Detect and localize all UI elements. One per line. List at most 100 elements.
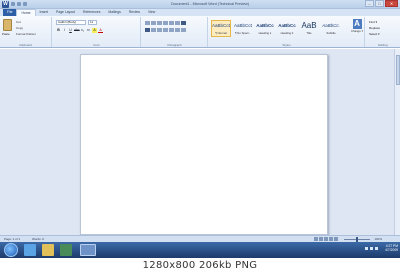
font-color-button[interactable]: A bbox=[98, 28, 103, 33]
start-button[interactable] bbox=[4, 243, 18, 257]
maximize-button[interactable]: □ bbox=[375, 0, 384, 7]
shading-icon[interactable] bbox=[175, 28, 180, 32]
clock-date: 4/7/2009 bbox=[385, 248, 398, 252]
font-group: Calibri (Body) 11 B I U abc x₂ x² A A Fo… bbox=[53, 17, 141, 47]
align-center-icon[interactable] bbox=[151, 28, 156, 32]
format-painter-button[interactable]: Format Painter bbox=[16, 32, 36, 36]
minimize-button[interactable]: – bbox=[365, 0, 374, 7]
ribbon: Paste Cut Copy Format Painter Clipboard … bbox=[0, 16, 400, 48]
tab-home[interactable]: Home bbox=[16, 9, 36, 16]
tab-view[interactable]: View bbox=[144, 9, 159, 16]
underline-button[interactable]: U bbox=[68, 28, 73, 33]
align-right-icon[interactable] bbox=[157, 28, 162, 32]
tab-references[interactable]: References bbox=[79, 9, 104, 16]
style-name: Title bbox=[306, 31, 312, 35]
sort-icon[interactable] bbox=[175, 21, 180, 25]
tab-insert[interactable]: Insert bbox=[36, 9, 52, 16]
clipboard-group: Paste Cut Copy Format Painter Clipboard bbox=[0, 17, 52, 47]
copy-button[interactable]: Copy bbox=[16, 26, 23, 30]
italic-button[interactable]: I bbox=[62, 28, 67, 33]
style-subtitle[interactable]: AaBbCc. Subtitle bbox=[321, 20, 341, 37]
style-sample: AaBbCc. bbox=[322, 23, 340, 28]
vertical-scrollbar[interactable] bbox=[394, 49, 400, 235]
document-page[interactable] bbox=[80, 54, 328, 235]
text-highlight-button[interactable]: A bbox=[92, 28, 97, 33]
style-sample: AaBbCcDc bbox=[212, 23, 230, 28]
window-title: Document1 - Microsoft Word (Technical Pr… bbox=[171, 2, 249, 6]
style-heading-2[interactable]: AaBbCc Heading 2 bbox=[277, 20, 297, 37]
ribbon-tabs: File Home Insert Page Layout References … bbox=[0, 9, 400, 16]
style-sample: AaBbCc bbox=[278, 23, 296, 28]
tab-page-layout[interactable]: Page Layout bbox=[52, 9, 79, 16]
style-sample: AaBbCcDc bbox=[234, 23, 252, 28]
font-name-select[interactable]: Calibri (Body) bbox=[56, 20, 86, 25]
style-normal[interactable]: AaBbCcDc ¶ Normal bbox=[211, 20, 231, 37]
find-button[interactable]: Find ▾ bbox=[369, 20, 377, 24]
style-name: ¶ No Spaci... bbox=[235, 31, 251, 35]
paste-icon[interactable] bbox=[3, 19, 12, 31]
quick-access-toolbar bbox=[11, 2, 27, 6]
bold-button[interactable]: B bbox=[56, 28, 61, 33]
undo-icon[interactable] bbox=[17, 2, 21, 6]
clipboard-group-label: Clipboard bbox=[19, 43, 32, 47]
network-icon[interactable] bbox=[365, 247, 368, 250]
scrollbar-thumb[interactable] bbox=[396, 55, 400, 85]
decrease-indent-icon[interactable] bbox=[163, 21, 168, 25]
paragraph-list-buttons bbox=[145, 21, 186, 25]
internet-explorer-icon[interactable] bbox=[24, 244, 36, 256]
styles-group-label: Styles bbox=[282, 43, 291, 47]
close-button[interactable]: ✕ bbox=[385, 0, 398, 7]
replace-button[interactable]: Replace bbox=[369, 26, 380, 30]
tab-file[interactable]: File bbox=[3, 9, 17, 16]
show-marks-icon[interactable] bbox=[181, 21, 186, 25]
style-no-spacing[interactable]: AaBbCcDc ¶ No Spaci... bbox=[233, 20, 253, 37]
strikethrough-button[interactable]: abc bbox=[74, 28, 80, 33]
word-taskbar-icon[interactable] bbox=[80, 244, 96, 256]
paragraph-group-label: Paragraph bbox=[167, 43, 182, 47]
multilevel-list-icon[interactable] bbox=[157, 21, 162, 25]
title-bar: W Document1 - Microsoft Word (Technical … bbox=[0, 0, 400, 9]
increase-indent-icon[interactable] bbox=[169, 21, 174, 25]
font-size-select[interactable]: 11 bbox=[88, 20, 97, 25]
paragraph-align-buttons bbox=[145, 28, 186, 32]
redo-icon[interactable] bbox=[23, 2, 27, 6]
tab-review[interactable]: Review bbox=[125, 9, 144, 16]
line-spacing-icon[interactable] bbox=[169, 28, 174, 32]
paragraph-group: Paragraph bbox=[142, 17, 208, 47]
align-left-icon[interactable] bbox=[145, 28, 150, 32]
page-count[interactable]: Page: 1 of 1 bbox=[4, 237, 20, 241]
volume-icon[interactable] bbox=[370, 247, 373, 250]
subscript-button[interactable]: x₂ bbox=[80, 28, 85, 33]
save-icon[interactable] bbox=[11, 2, 15, 6]
draft-icon[interactable] bbox=[334, 237, 338, 241]
media-player-icon[interactable] bbox=[60, 244, 72, 256]
window-controls: – □ ✕ bbox=[364, 0, 398, 7]
word-count[interactable]: Words: 0 bbox=[32, 237, 44, 241]
style-name: ¶ Normal bbox=[215, 31, 227, 35]
full-screen-icon[interactable] bbox=[319, 237, 323, 241]
image-caption: 1280x800 206kb PNG bbox=[0, 258, 400, 274]
style-title[interactable]: AaB Title bbox=[299, 20, 319, 37]
zoom-level[interactable]: 100% bbox=[374, 237, 382, 241]
borders-icon[interactable] bbox=[181, 28, 186, 32]
print-layout-icon[interactable] bbox=[314, 237, 318, 241]
justify-icon[interactable] bbox=[163, 28, 168, 32]
flag-icon[interactable] bbox=[375, 247, 378, 250]
cut-button[interactable]: Cut bbox=[16, 20, 21, 24]
document-area bbox=[0, 49, 400, 235]
paste-button-label[interactable]: Paste bbox=[2, 32, 10, 36]
editing-group: Find ▾ Replace Select ▾ Editing bbox=[366, 17, 400, 47]
font-group-label: Font bbox=[93, 43, 100, 47]
superscript-button[interactable]: x² bbox=[86, 28, 91, 33]
style-heading-1[interactable]: AaBbCc Heading 1 bbox=[255, 20, 275, 37]
web-layout-icon[interactable] bbox=[324, 237, 328, 241]
file-explorer-icon[interactable] bbox=[42, 244, 54, 256]
word-app-icon[interactable]: W bbox=[2, 1, 9, 8]
change-styles-button[interactable]: A Change Styles bbox=[351, 19, 363, 39]
numbering-icon[interactable] bbox=[151, 21, 156, 25]
outline-icon[interactable] bbox=[329, 237, 333, 241]
bullets-icon[interactable] bbox=[145, 21, 150, 25]
tab-mailings[interactable]: Mailings bbox=[104, 9, 124, 16]
select-button[interactable]: Select ▾ bbox=[369, 32, 380, 36]
clock[interactable]: 4:27 PM 4/7/2009 bbox=[385, 244, 398, 252]
